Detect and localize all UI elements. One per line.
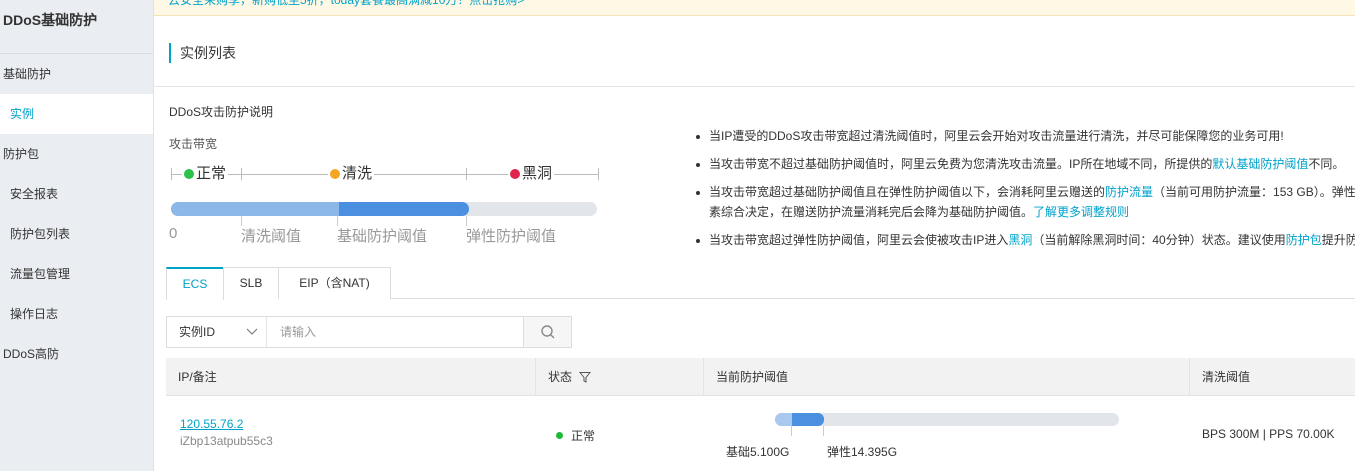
sidebar-item-operation-log[interactable]: 操作日志 [0,294,153,334]
learn-more-rules-link[interactable]: 了解更多调整规则 [1033,205,1129,219]
base-threshold-label: 基础5.100G [726,445,790,459]
info-item: 当攻击带宽超过弹性防护阈值，阿里云会使被攻击IP进入黑洞（当前解除黑洞时间：40… [694,230,1355,250]
description-title: DDoS攻击防护说明 [169,105,274,119]
current-threshold-bar [775,413,1119,426]
elastic-tick [823,426,824,436]
legend-cleaning: 清洗 [328,164,375,184]
threshold-bar-base-segment [339,202,469,216]
table-row: 120.55.76.2 iZbp13atpub55c3 正常 基础5.100G … [166,396,1355,471]
sidebar-item-traffic-package[interactable]: 流量包管理 [0,254,153,294]
instance-type-tabs: ECS SLB EIP（含NAT) [166,267,1355,300]
sidebar-item-protection-package[interactable]: 防护包 [0,134,153,174]
info-item: 当攻击带宽超过基础防护阈值且在弹性防护阈值以下，会消耗阿里云赠送的防护流量（当前… [694,182,1355,222]
status-dot-green-icon [556,432,563,439]
status-dot-orange-icon [330,169,340,179]
col-cleaning-threshold: 清洗阈值 [1202,370,1251,384]
status-dot-red-icon [510,169,520,179]
main-content: 云安全采购季，新购低至5折，today套餐最高满减10万！点击抢购> 实例列表 … [154,0,1355,471]
status-badge: 正常 [571,429,596,443]
info-item: 当攻击带宽不超过基础防护阈值时，阿里云免费为您清洗攻击流量。IP所在地域不同，所… [694,154,1355,174]
threshold-label-base: 基础防护阈值 [337,228,428,245]
threshold-bar-elastic-segment [792,413,824,426]
threshold-bar [171,202,597,216]
instance-remark: iZbp13atpub55c3 [180,434,273,448]
instance-ip-link[interactable]: 120.55.76.2 [180,417,243,431]
table-header: IP/备注 状态 当前防护阈值 清洗阈值 [166,358,1355,396]
sidebar-item-ddos-pro[interactable]: DDoS高防 [0,334,153,374]
legend-tick [171,168,172,180]
threshold-bar-cleaning-segment [171,202,341,216]
col-status[interactable]: 状态 [536,358,704,396]
promo-notice[interactable]: 云安全采购季，新购低至5折，today套餐最高满减10万！点击抢购> [154,0,1355,16]
page-header: 实例列表 [154,17,1355,87]
legend-blackhole: 黑洞 [508,164,555,184]
status-cell: 正常 [556,427,595,444]
legend-tick [598,168,599,180]
sidebar-item-security-report[interactable]: 安全报表 [0,174,153,214]
col-current-threshold: 当前防护阈值 [704,358,1190,396]
info-item: 当IP遭受的DDoS攻击带宽超过清洗阈值时，阿里云会开始对攻击流量进行清洗，并尽… [694,126,1355,146]
bandwidth-legend: 正常 清洗 黑洞 [171,164,599,184]
filter-icon[interactable] [579,371,592,383]
blackhole-link[interactable]: 黑洞 [1008,233,1032,247]
tab-ecs[interactable]: ECS [166,267,224,300]
status-dot-green-icon [184,169,194,179]
threshold-ticks: 0 清洗阈值 基础防护阈值 弹性防护阈值 [169,216,599,246]
legend-tick [466,168,467,180]
protection-info-list: 当IP遭受的DDoS攻击带宽超过清洗阈值时，阿里云会开始对攻击流量进行清洗，并尽… [694,126,1355,258]
legend-normal: 正常 [182,164,229,184]
tab-eip[interactable]: EIP（含NAT) [278,267,391,299]
base-tick [791,426,792,436]
sidebar-item-instances[interactable]: 实例 [0,94,153,134]
search-field-select[interactable]: 实例ID [167,317,267,347]
col-ip: IP/备注 [166,358,536,396]
threshold-label-elastic: 弹性防护阈值 [466,228,557,245]
search-input[interactable] [268,317,522,347]
sidebar-title: DDoS基础防护 [0,0,153,54]
legend-tick [241,168,242,180]
default-threshold-link[interactable]: 默认基础防护阈值 [1212,157,1308,171]
threshold-label-zero: 0 [169,225,178,242]
cleaning-threshold-value: BPS 300M | PPS 70.00K [1202,427,1335,441]
protection-package-link[interactable]: 防护包 [1286,233,1322,247]
tab-slb[interactable]: SLB [223,267,279,299]
sidebar-item-package-list[interactable]: 防护包列表 [0,214,153,254]
threshold-label-cleaning: 清洗阈值 [241,228,302,245]
protection-traffic-link[interactable]: 防护流量 [1105,185,1153,199]
search-button[interactable] [523,317,571,347]
chevron-down-icon [246,317,258,357]
page-title: 实例列表 [169,43,236,63]
elastic-threshold-label: 弹性14.395G [827,445,898,459]
sidebar-item-basic-protection[interactable]: 基础防护 [0,54,153,94]
bandwidth-label: 攻击带宽 [169,137,218,151]
search-icon [541,325,555,339]
sidebar: DDoS基础防护 基础防护 实例 防护包 安全报表 防护包列表 流量包管理 操作… [0,0,154,471]
search-bar: 实例ID [166,316,572,348]
